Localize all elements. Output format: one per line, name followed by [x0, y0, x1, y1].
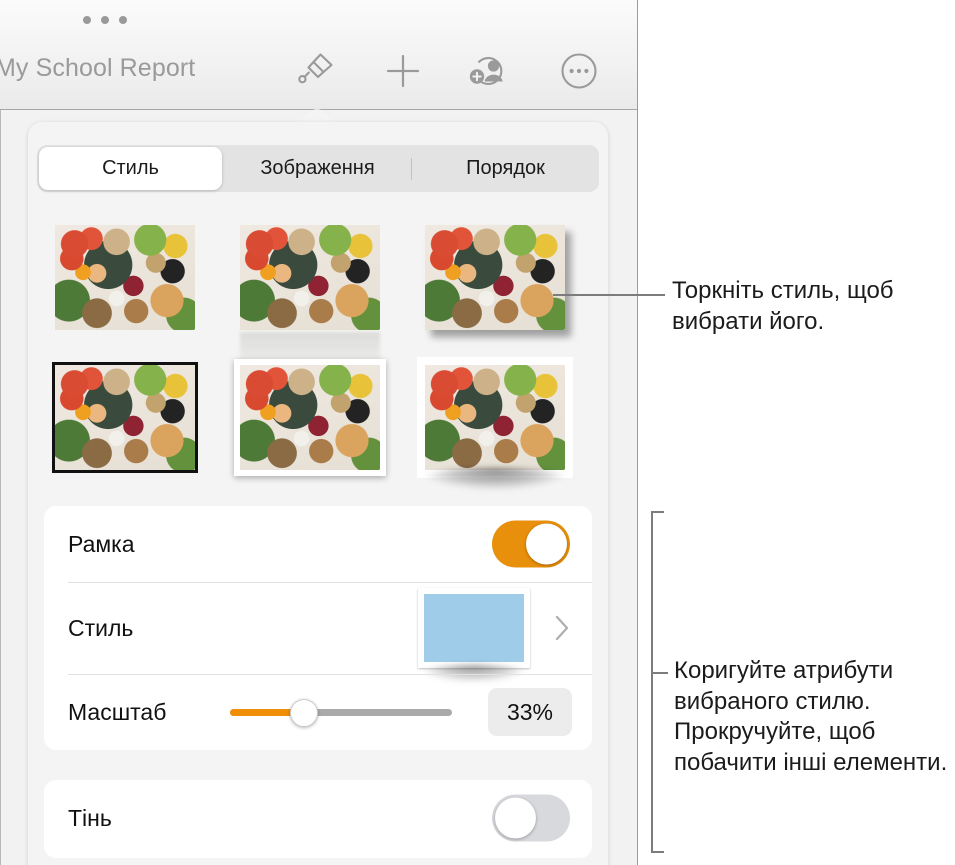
tab-arrange-label: Порядок	[466, 157, 545, 179]
callout-bracket-vertical	[651, 511, 653, 853]
shadow-toggle[interactable]	[492, 794, 570, 842]
tab-style-label: Стиль	[102, 157, 159, 179]
app-window: My School Report Стиль Зображення Порядо…	[0, 0, 638, 865]
scale-value[interactable]: 33%	[488, 688, 572, 736]
collaborate-button[interactable]	[462, 47, 516, 95]
tab-style[interactable]: Стиль	[37, 145, 224, 192]
style-thumbnail	[240, 224, 380, 330]
scale-label: Масштаб	[68, 698, 167, 725]
add-person-icon	[468, 52, 510, 90]
swatch-frame	[418, 588, 530, 668]
slider-knob[interactable]	[290, 699, 319, 727]
style-option-1[interactable]	[40, 212, 210, 342]
plus-icon	[384, 52, 422, 90]
chevron-right-icon[interactable]	[554, 614, 570, 642]
callout-styles-text: Торкніть стиль, щоб вибрати його.	[672, 277, 894, 335]
more-button[interactable]	[552, 47, 606, 95]
tab-image[interactable]: Зображення	[224, 145, 411, 192]
paintbrush-icon	[296, 50, 336, 92]
style-preview-photo	[55, 364, 195, 470]
callout-attributes-text: Коригуйте атрибути вибраного стилю. Прок…	[674, 657, 948, 777]
shadow-settings-group: Тінь	[44, 780, 592, 858]
popover-tab-bar: Стиль Зображення Порядок	[37, 145, 599, 192]
toggle-knob	[495, 797, 536, 839]
row-border[interactable]: Рамка	[44, 506, 592, 582]
style-preview-photo	[55, 224, 195, 330]
border-toggle[interactable]	[492, 520, 570, 568]
drag-dot	[101, 16, 109, 24]
border-style-label: Стиль	[68, 614, 134, 641]
callout-bracket-tick	[651, 672, 668, 674]
row-border-style[interactable]: Стиль	[44, 582, 592, 674]
style-preview-photo	[425, 364, 565, 470]
border-style-swatch[interactable]	[418, 588, 530, 668]
toggle-knob	[526, 523, 567, 565]
style-option-5[interactable]	[225, 352, 395, 482]
style-preview-photo	[240, 364, 380, 470]
image-styles-grid	[40, 212, 600, 494]
toolbar: My School Report	[0, 0, 637, 110]
style-preview-photo	[425, 224, 565, 330]
tab-image-label: Зображення	[260, 157, 375, 179]
style-preview-photo	[240, 224, 380, 330]
document-title[interactable]: My School Report	[0, 54, 195, 83]
drag-dot	[119, 16, 127, 24]
format-button[interactable]	[289, 47, 343, 95]
drag-handle-dots[interactable]	[83, 15, 139, 25]
tab-arrange[interactable]: Порядок	[412, 145, 599, 192]
style-option-3[interactable]	[410, 212, 580, 342]
drag-dot	[83, 16, 91, 24]
border-settings-group: Рамка Стиль Масштаб 33%	[44, 506, 592, 750]
ellipsis-circle-icon	[559, 51, 599, 91]
style-thumbnail	[425, 224, 565, 330]
callout-bracket-top	[651, 511, 664, 513]
callout-bracket-bottom	[651, 851, 664, 853]
shadow-label: Тінь	[68, 804, 112, 831]
insert-button[interactable]	[376, 47, 430, 95]
style-thumbnail	[55, 224, 195, 330]
style-thumbnail	[52, 361, 198, 473]
callout-leader-line-1	[553, 294, 665, 296]
scale-slider[interactable]	[230, 699, 452, 727]
style-option-6-selected[interactable]	[410, 352, 580, 482]
style-option-2[interactable]	[225, 212, 395, 342]
swatch-color	[424, 594, 524, 662]
row-shadow[interactable]: Тінь	[44, 780, 592, 856]
style-thumbnail	[234, 358, 386, 476]
row-scale[interactable]: Масштаб 33%	[44, 674, 592, 750]
style-option-4[interactable]	[40, 352, 210, 482]
style-thumbnail	[417, 356, 573, 478]
border-label: Рамка	[68, 530, 135, 557]
